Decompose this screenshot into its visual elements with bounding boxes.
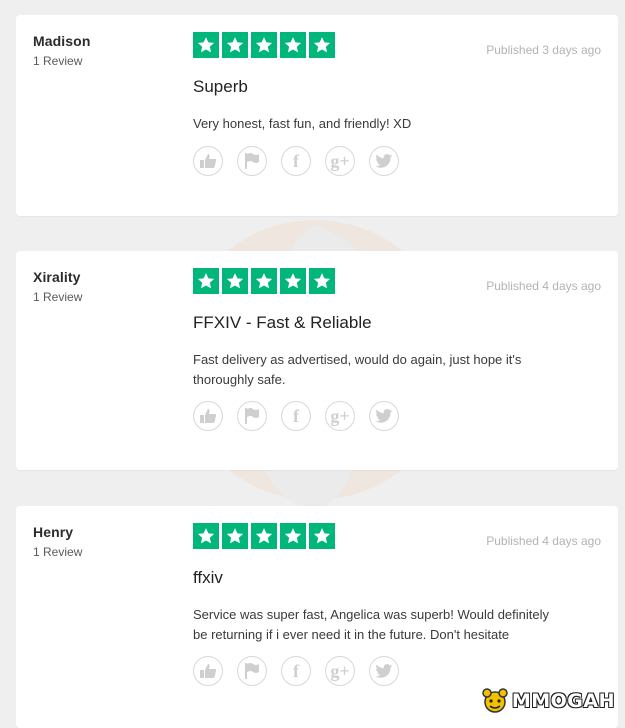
review-title[interactable]: Superb xyxy=(193,77,248,97)
facebook-icon: f xyxy=(293,405,299,426)
published-date: Published 4 days ago xyxy=(486,279,601,293)
review-actions: f g+ xyxy=(193,401,399,431)
like-icon xyxy=(200,409,217,423)
facebook-button[interactable]: f xyxy=(281,401,311,431)
google-plus-icon: g+ xyxy=(330,660,350,681)
twitter-button[interactable] xyxy=(369,146,399,176)
like-icon xyxy=(200,664,217,678)
google-plus-button[interactable]: g+ xyxy=(325,146,355,176)
flag-icon xyxy=(245,663,259,679)
star-rating xyxy=(193,32,335,58)
star-icon xyxy=(222,268,248,294)
like-icon xyxy=(200,154,217,168)
review-body-line: thoroughly safe. xyxy=(193,372,286,387)
facebook-icon: f xyxy=(293,660,299,681)
star-icon xyxy=(309,32,335,58)
facebook-button[interactable]: f xyxy=(281,656,311,686)
star-icon xyxy=(193,523,219,549)
like-button[interactable] xyxy=(193,656,223,686)
star-icon xyxy=(193,268,219,294)
author-name[interactable]: Madison xyxy=(33,33,90,49)
google-plus-icon: g+ xyxy=(330,405,350,426)
review-body: Very honest, fast fun, and friendly! XD xyxy=(193,114,588,134)
author-review-count: 1 Review xyxy=(33,545,83,559)
facebook-icon: f xyxy=(293,150,299,171)
flag-icon xyxy=(245,153,259,169)
twitter-icon xyxy=(375,408,393,423)
twitter-button[interactable] xyxy=(369,401,399,431)
star-icon xyxy=(251,32,277,58)
flag-button[interactable] xyxy=(237,401,267,431)
review-body-line: Fast delivery as advertised, would do ag… xyxy=(193,352,522,367)
logo-text: MMOGAH xyxy=(511,690,615,712)
review-card: Madison 1 Review Published 3 days ago Su… xyxy=(16,15,618,216)
review-actions: f g+ xyxy=(193,146,399,176)
author-name[interactable]: Xirality xyxy=(33,269,82,285)
star-icon xyxy=(251,268,277,294)
star-icon xyxy=(280,523,306,549)
review-body-line: Service was super fast, Angelica was sup… xyxy=(193,607,549,622)
star-icon xyxy=(222,523,248,549)
mascot-icon xyxy=(482,688,508,713)
review-body-line: Very honest, fast fun, and friendly! XD xyxy=(193,116,412,131)
google-plus-icon: g+ xyxy=(330,150,350,171)
star-icon xyxy=(309,268,335,294)
google-plus-button[interactable]: g+ xyxy=(325,656,355,686)
review-author: Madison 1 Review xyxy=(33,33,90,68)
twitter-icon xyxy=(375,663,393,678)
review-card: Xirality 1 Review Published 4 days ago F… xyxy=(16,251,618,470)
star-icon xyxy=(280,268,306,294)
review-body-line: be returning if i ever need it in the fu… xyxy=(193,627,510,642)
flag-button[interactable] xyxy=(237,656,267,686)
star-icon xyxy=(193,32,219,58)
twitter-button[interactable] xyxy=(369,656,399,686)
author-name[interactable]: Henry xyxy=(33,524,82,540)
like-button[interactable] xyxy=(193,146,223,176)
flag-button[interactable] xyxy=(237,146,267,176)
review-body: Service was super fast, Angelica was sup… xyxy=(193,605,588,645)
star-icon xyxy=(309,523,335,549)
like-button[interactable] xyxy=(193,401,223,431)
twitter-icon xyxy=(375,153,393,168)
review-author: Xirality 1 Review xyxy=(33,269,82,304)
review-author: Henry 1 Review xyxy=(33,524,82,559)
review-title[interactable]: FFXIV - Fast & Reliable xyxy=(193,313,372,333)
published-date: Published 4 days ago xyxy=(486,534,601,548)
facebook-button[interactable]: f xyxy=(281,146,311,176)
mmogah-logo: MMOGAH xyxy=(480,686,615,716)
star-icon xyxy=(251,523,277,549)
author-review-count: 1 Review xyxy=(33,54,83,68)
star-rating xyxy=(193,523,335,549)
google-plus-button[interactable]: g+ xyxy=(325,401,355,431)
star-icon xyxy=(222,32,248,58)
review-actions: f g+ xyxy=(193,656,399,686)
author-review-count: 1 Review xyxy=(33,290,83,304)
review-title[interactable]: ffxiv xyxy=(193,568,223,588)
star-icon xyxy=(280,32,306,58)
star-rating xyxy=(193,268,335,294)
flag-icon xyxy=(245,408,259,424)
review-body: Fast delivery as advertised, would do ag… xyxy=(193,350,588,390)
published-date: Published 3 days ago xyxy=(486,43,601,57)
